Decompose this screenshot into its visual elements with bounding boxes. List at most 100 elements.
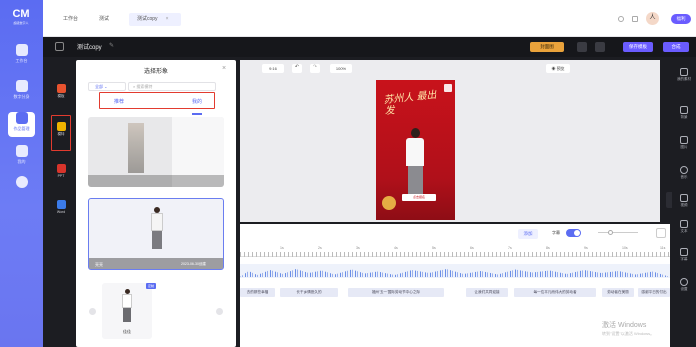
subtitle-icon xyxy=(680,248,688,256)
subtitle-segment[interactable]: 劳动者在美丽 xyxy=(602,288,634,297)
subtitle-toggle[interactable] xyxy=(566,229,581,237)
panel-close-icon[interactable]: × xyxy=(222,65,226,72)
background-icon xyxy=(680,106,688,114)
gear-icon xyxy=(680,278,688,286)
panel-title: 选择形象 xyxy=(143,69,168,75)
bell-icon[interactable] xyxy=(632,16,638,22)
tab-recommend[interactable]: 推荐 xyxy=(114,98,124,105)
aspect-ratio-select[interactable]: 9:16 xyxy=(262,64,284,73)
tab-mine[interactable]: 我的 xyxy=(192,98,202,105)
avatar-icon xyxy=(15,80,28,92)
collapse-handle[interactable] xyxy=(666,192,672,208)
grid-menu-icon[interactable] xyxy=(55,42,64,51)
compose-button[interactable]: 合成 xyxy=(663,42,689,52)
poster-cta-button[interactable]: 点击报名 xyxy=(402,194,436,201)
avatar-figure xyxy=(149,207,165,259)
subtitle-segment[interactable]: 让我们共同迎接 xyxy=(466,288,508,297)
preview-button[interactable]: ◉ 预览 xyxy=(546,64,570,73)
custom-badge: 定制 xyxy=(146,283,156,289)
works-icon xyxy=(15,112,28,124)
save-template-button[interactable]: 保存模板 xyxy=(623,42,653,52)
subtitle-segment[interactable]: 长干乡情悠久的 xyxy=(280,288,338,297)
time-ruler[interactable]: 1s 2s 3s 4s 5s 6s 7s 8s 9s 10s 11s xyxy=(240,245,670,257)
tab-workbench[interactable]: 工作台 xyxy=(55,13,86,26)
right-item-settings[interactable]: 设置 xyxy=(674,278,694,292)
avatar-thumbnail xyxy=(128,123,144,173)
audio-waveform-track[interactable] xyxy=(240,264,670,278)
subtitle-segment[interactable]: 感谢平日的付出 xyxy=(638,288,670,297)
export-icon[interactable] xyxy=(595,42,605,52)
subtitle-segment[interactable]: 每一位平凡而伟大的劳动者 xyxy=(514,288,596,297)
tab-test[interactable]: 测试 xyxy=(91,13,117,26)
zoom-select[interactable]: 100% xyxy=(330,64,352,73)
add-track-button[interactable]: 添加 xyxy=(518,229,538,239)
avatar-card[interactable] xyxy=(88,117,224,187)
tool-word[interactable]: Word xyxy=(52,200,70,218)
filter-select[interactable]: 全部 ⌄ xyxy=(88,82,126,91)
tool-template[interactable]: 模板 xyxy=(52,84,70,102)
tab-close-icon[interactable]: × xyxy=(166,16,169,22)
workbench-icon xyxy=(15,44,28,56)
fit-icon[interactable] xyxy=(656,228,666,238)
ppt-icon xyxy=(56,164,66,173)
copy-icon[interactable] xyxy=(577,42,587,52)
presenter-figure[interactable] xyxy=(404,128,426,202)
main-navigation: CM 超级数字人 工作台 数字分身 作品管理 我的 xyxy=(0,0,43,347)
scroll-right-icon[interactable] xyxy=(216,308,223,315)
right-item-text[interactable]: 文本 xyxy=(674,220,694,234)
poster-headline: 苏州人 最出发 xyxy=(383,89,438,118)
app-logo[interactable]: CM 超级数字人 xyxy=(9,8,33,28)
right-item-subtitle[interactable]: 字幕 xyxy=(674,248,694,262)
tab-test-copy[interactable]: 测试copy × xyxy=(129,13,181,26)
search-input[interactable]: ⌕ 搜索模特 xyxy=(128,82,216,91)
tool-model[interactable]: 模特 xyxy=(51,115,71,151)
poster-badge-icon xyxy=(382,196,396,210)
windows-watermark-hint: 转到"设置"以激活 Windows。 xyxy=(602,331,655,336)
nav-item-digital-avatar[interactable]: 数字分身 xyxy=(8,80,35,105)
word-icon xyxy=(56,200,66,209)
video-poster[interactable]: 苏州人 最出发 点击报名 xyxy=(376,80,455,220)
model-icon xyxy=(56,122,66,131)
avatar-card[interactable]: 佳佳 xyxy=(102,283,152,339)
edit-title-icon[interactable]: ✎ xyxy=(109,42,114,49)
waveform xyxy=(240,269,670,277)
zoom-slider[interactable] xyxy=(598,230,638,235)
right-item-music[interactable]: 音乐 xyxy=(674,166,694,180)
subtitle-toggle-label: 字幕 xyxy=(552,230,560,235)
welfare-button[interactable]: 福利 xyxy=(671,14,691,24)
canvas-area: 9:16 ↶ ↷ 100% ◉ 预览 苏州人 最出发 点击报名 xyxy=(240,60,660,222)
windows-watermark-title: 激活 Windows xyxy=(602,322,647,329)
subtitle-segment[interactable]: 去的那些幸福 xyxy=(240,288,275,297)
tool-ppt[interactable]: PPT xyxy=(52,164,70,182)
avatar-figure xyxy=(119,289,135,325)
settings-icon[interactable] xyxy=(618,16,624,22)
editor-header: 测试copy ✎ 封面图 保存模板 合成 xyxy=(43,37,696,57)
template-icon xyxy=(56,84,66,93)
avatar[interactable]: 人 xyxy=(646,12,659,25)
tool-icon xyxy=(15,176,28,188)
folder-icon xyxy=(680,68,688,76)
active-tab-underline xyxy=(192,113,202,115)
card-caption xyxy=(88,175,224,187)
right-item-image[interactable]: 图片 xyxy=(674,136,694,150)
project-title[interactable]: 测试copy xyxy=(77,42,102,51)
cover-button[interactable]: 封面图 xyxy=(530,42,564,52)
undo-icon[interactable]: ↶ xyxy=(292,64,302,73)
tab-switch-highlight: 推荐 我的 xyxy=(99,92,215,109)
right-item-background[interactable]: 背景 xyxy=(674,106,694,120)
nav-item-me[interactable]: 我的 xyxy=(8,145,35,170)
right-item-my-assets[interactable]: 我的素材 xyxy=(674,68,694,82)
scroll-left-icon[interactable] xyxy=(89,308,96,315)
music-icon xyxy=(680,166,688,174)
nav-item-workbench[interactable]: 工作台 xyxy=(8,44,35,69)
nav-item-works[interactable]: 作品管理 xyxy=(8,112,35,137)
redo-icon[interactable]: ↷ xyxy=(310,64,320,73)
nav-item-extra[interactable] xyxy=(8,176,35,201)
image-icon xyxy=(680,136,688,144)
text-icon xyxy=(680,220,688,228)
right-item-video[interactable]: 视频 xyxy=(674,194,694,208)
me-icon xyxy=(15,145,28,157)
subtitle-segment[interactable]: 福州'五一'国际劳动节中心之际 xyxy=(348,288,444,297)
ruler-ticks xyxy=(240,252,670,257)
avatar-card-selected[interactable]: 亮亮 2023-06-30创建 xyxy=(88,198,224,270)
